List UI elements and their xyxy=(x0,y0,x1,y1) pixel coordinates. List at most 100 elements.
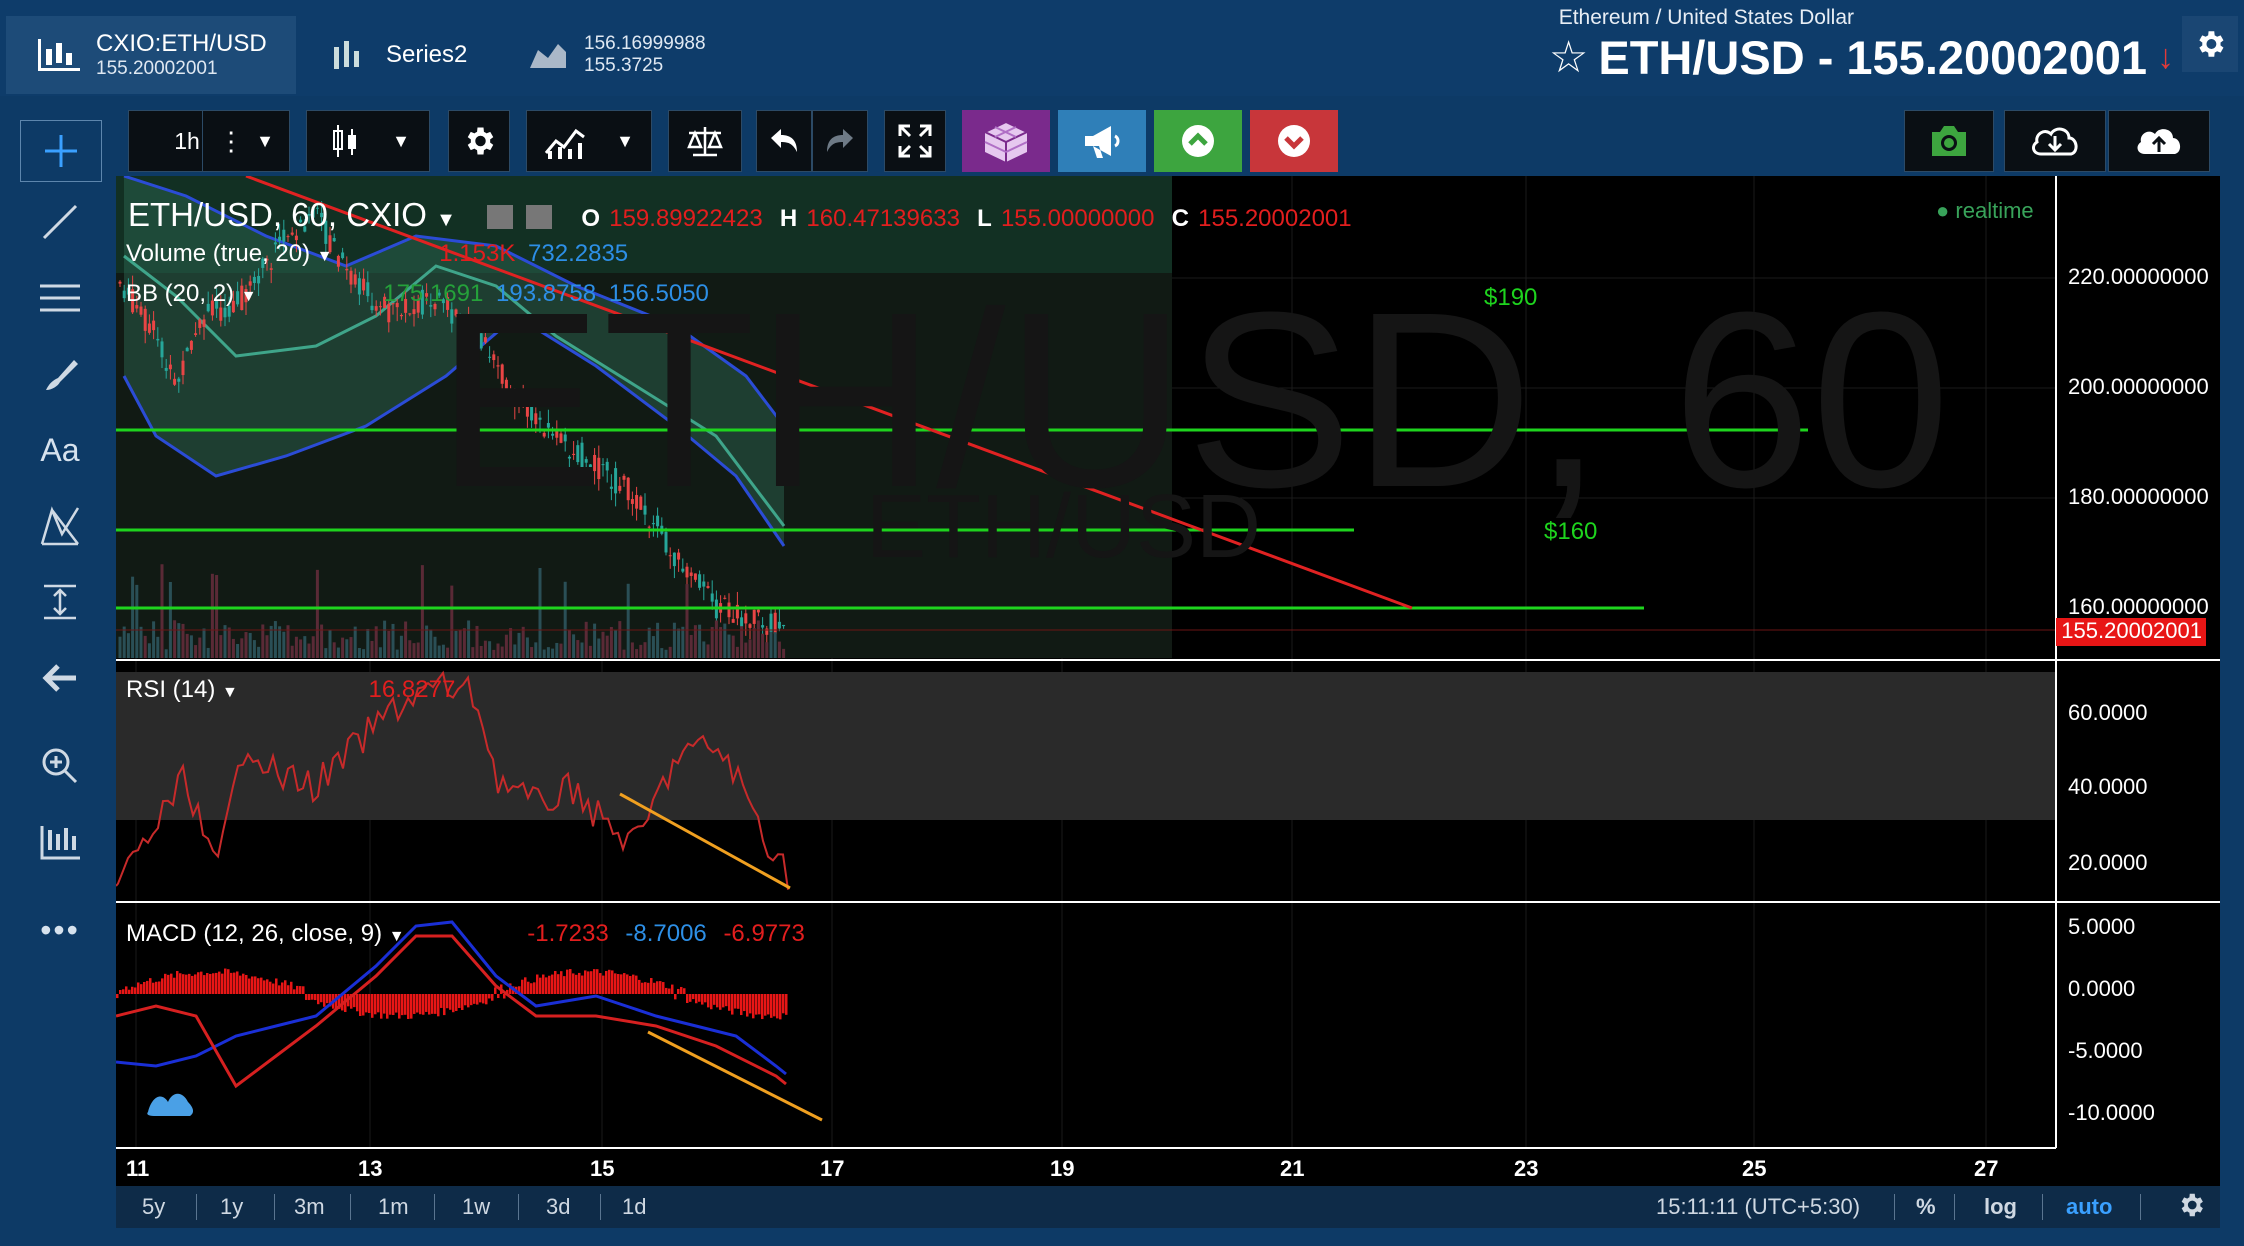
macd-hist-bar xyxy=(125,986,128,994)
volume-bar xyxy=(609,626,613,658)
chart-settings-button[interactable] xyxy=(448,110,510,172)
macd-value-2: -8.7006 xyxy=(625,920,707,947)
macd-divergence-line[interactable] xyxy=(647,1030,823,1122)
annotation-160[interactable]: $160 xyxy=(1544,518,1597,546)
volume-bar xyxy=(773,632,777,658)
eye-icon[interactable] xyxy=(487,205,514,230)
interval-label: 1h xyxy=(174,127,200,154)
buy-button[interactable] xyxy=(1154,110,1242,172)
back-tool[interactable] xyxy=(20,648,100,708)
macd-hist-bar xyxy=(677,988,680,994)
time-tick: 21 xyxy=(1280,1156,1305,1181)
range-1m[interactable]: 1m xyxy=(378,1194,409,1220)
volume-bar xyxy=(370,640,374,658)
macd-hist-bar xyxy=(533,982,536,994)
macd-hist-bar xyxy=(131,986,134,994)
annotation-190[interactable]: $190 xyxy=(1484,284,1537,312)
macd-hist-bar xyxy=(221,973,224,994)
volume-bar xyxy=(689,634,693,658)
chart-area[interactable]: ETH/USD, 60 ETH/USD ETH/USD, 60, CXIO ▼ … xyxy=(116,176,2220,1228)
volume-bar xyxy=(748,639,752,658)
series-tab[interactable]: Series2 xyxy=(326,16,526,94)
percent-toggle[interactable]: % xyxy=(1916,1194,1936,1220)
open-value: 159.89922423 xyxy=(609,205,763,232)
hlines-tool[interactable] xyxy=(20,268,100,328)
chart-type-button[interactable]: ▼ xyxy=(306,110,430,172)
sell-button[interactable] xyxy=(1250,110,1338,172)
log-toggle[interactable]: log xyxy=(1984,1194,2017,1220)
zoom-tool[interactable] xyxy=(20,736,100,796)
compare-button[interactable] xyxy=(668,110,742,172)
macd-hist-bar xyxy=(737,994,740,1009)
bb-value-2: 193.8758 xyxy=(496,280,597,307)
time-tick: 13 xyxy=(358,1156,383,1181)
volume-bar xyxy=(475,625,479,658)
undo-button[interactable] xyxy=(756,110,812,172)
brush-tool[interactable] xyxy=(20,344,100,404)
low-value: 155.00000000 xyxy=(1000,205,1155,232)
macd-hist-bar xyxy=(761,994,764,1020)
macd-hist-bar xyxy=(149,978,152,994)
volume-legend[interactable]: Volume (true, 20) ▼ 1.153K 732.2835 xyxy=(126,240,628,268)
macd-hist-bar xyxy=(203,975,206,994)
volume-title: Volume (true, 20) xyxy=(126,240,311,267)
clock[interactable]: 15:11:11 (UTC+5:30) xyxy=(1656,1194,1860,1220)
cube-button[interactable] xyxy=(962,110,1050,172)
volume-profile-tool[interactable] xyxy=(20,812,100,872)
macd-hist-bar xyxy=(614,973,617,994)
symbol-name: CXIO:ETH/USD xyxy=(96,30,267,57)
range-5y[interactable]: 5y xyxy=(142,1194,165,1220)
compare-tab[interactable]: 156.16999988 155.3725 xyxy=(528,16,748,94)
more-tools[interactable]: ••• xyxy=(20,900,100,960)
macd-hist-bar xyxy=(443,994,446,1016)
volume-bar xyxy=(219,635,223,658)
volume-bar xyxy=(198,637,202,658)
range-3m[interactable]: 3m xyxy=(294,1194,325,1220)
volume-bar xyxy=(362,649,366,658)
trendline-tool[interactable] xyxy=(20,192,100,252)
macd-hist-bar xyxy=(617,974,620,994)
symbol-tab[interactable]: CXIO:ETH/USD 155.20002001 xyxy=(6,16,296,94)
macd-hist-bar xyxy=(212,973,215,994)
candle-body xyxy=(756,609,760,613)
cloud-download-icon xyxy=(2032,127,2078,156)
axis-settings-button[interactable] xyxy=(2176,1190,2206,1226)
measure-tool[interactable] xyxy=(20,572,100,632)
compare-value-2: 155.3725 xyxy=(584,55,664,76)
volume-bar xyxy=(328,629,332,658)
snapshot-button[interactable] xyxy=(1904,110,1994,172)
redo-button[interactable] xyxy=(812,110,868,172)
indicators-button[interactable]: ▼ xyxy=(526,110,652,172)
settings-gear-button[interactable] xyxy=(2182,16,2238,72)
settings-icon[interactable] xyxy=(526,205,553,230)
volume-bar xyxy=(143,635,147,658)
macd-hist-bar xyxy=(620,974,623,994)
open-label: O xyxy=(581,205,601,232)
cloud-download-button[interactable] xyxy=(2004,110,2106,172)
auto-toggle[interactable]: auto xyxy=(2066,1194,2112,1220)
cloud-upload-button[interactable] xyxy=(2108,110,2210,172)
macd-hist-bar xyxy=(524,977,527,994)
pattern-tool[interactable] xyxy=(20,496,100,556)
volume-bar xyxy=(248,632,252,658)
range-1y[interactable]: 1y xyxy=(220,1194,243,1220)
macd-hist-bar xyxy=(314,994,317,1001)
volume-bar xyxy=(509,628,513,658)
star-icon[interactable]: ☆ xyxy=(1549,32,1588,83)
fullscreen-button[interactable] xyxy=(884,110,946,172)
text-tool[interactable]: Aa xyxy=(20,420,100,480)
range-3d[interactable]: 3d xyxy=(546,1194,570,1220)
bb-legend[interactable]: BB (20, 2) ▼ 175.1691 193.8758 156.5050 xyxy=(126,280,709,308)
announce-button[interactable] xyxy=(1058,110,1146,172)
macd-hist-bar xyxy=(740,994,743,1016)
macd-hist-bar xyxy=(200,971,203,994)
range-1d[interactable]: 1d xyxy=(622,1194,646,1220)
range-1w[interactable]: 1w xyxy=(462,1194,490,1220)
rsi-legend[interactable]: RSI (14) ▼ 16.8277 xyxy=(126,676,455,704)
macd-legend[interactable]: MACD (12, 26, close, 9) ▼ -1.7233 -8.700… xyxy=(126,920,805,948)
macd-hist-bar xyxy=(293,989,296,994)
volume-bar xyxy=(240,638,244,658)
interval-dropdown[interactable]: ⋮ ▼ xyxy=(202,110,290,172)
main-legend[interactable]: ETH/USD, 60, CXIO ▼ O 159.89922423 H 160… xyxy=(128,196,1352,234)
crosshair-tool[interactable] xyxy=(20,120,102,182)
